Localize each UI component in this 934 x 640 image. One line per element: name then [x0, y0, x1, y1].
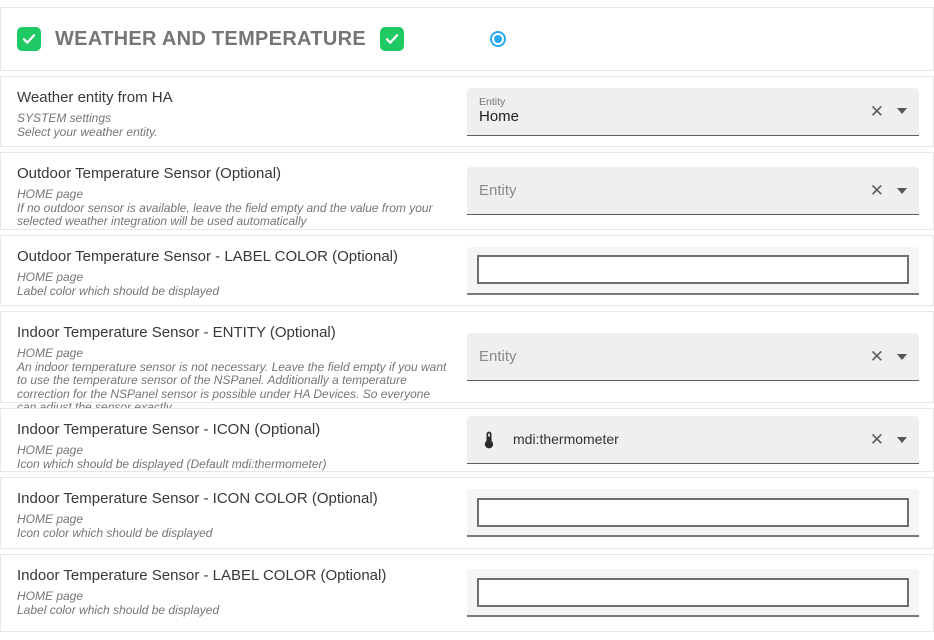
chevron-down-icon[interactable]: [897, 108, 907, 114]
setting-row-outdoor-label-color: Outdoor Temperature Sensor - LABEL COLOR…: [0, 235, 934, 306]
check-icon: [384, 31, 400, 47]
row-subtitle: HOME page: [17, 444, 451, 458]
weather-entity-select[interactable]: Entity Home ✕: [467, 88, 919, 136]
row-description: Label color which should be displayed: [17, 285, 451, 299]
row-title: Weather entity from HA: [17, 89, 451, 107]
chevron-down-icon[interactable]: [897, 437, 907, 443]
row-subtitle: HOME page: [17, 271, 451, 285]
setting-row-indoor-icon-color: Indoor Temperature Sensor - ICON COLOR (…: [0, 477, 934, 549]
setting-row-indoor-icon: Indoor Temperature Sensor - ICON (Option…: [0, 408, 934, 472]
row-title: Indoor Temperature Sensor - LABEL COLOR …: [17, 567, 451, 585]
row-description: Label color which should be displayed: [17, 604, 451, 618]
row-title: Indoor Temperature Sensor - ENTITY (Opti…: [17, 324, 451, 342]
row-description: Icon color which should be displayed: [17, 527, 451, 541]
row-title: Outdoor Temperature Sensor - LABEL COLOR…: [17, 248, 451, 266]
thermometer-icon: [479, 430, 499, 450]
check-icon: [21, 31, 37, 47]
setting-row-outdoor-sensor: Outdoor Temperature Sensor (Optional) HO…: [0, 152, 934, 230]
select-value: mdi:thermometer: [513, 431, 619, 447]
indoor-entity-select[interactable]: Entity ✕: [467, 333, 919, 381]
setting-row-weather-entity: Weather entity from HA SYSTEM settings S…: [0, 76, 934, 147]
row-description: Select your weather entity.: [17, 126, 451, 140]
clear-icon[interactable]: ✕: [870, 348, 884, 365]
setting-row-indoor-entity: Indoor Temperature Sensor - ENTITY (Opti…: [0, 311, 934, 403]
row-description: If no outdoor sensor is available, leave…: [17, 202, 451, 229]
section-title: WEATHER AND TEMPERATURE: [55, 28, 366, 51]
section-secondary-checkbox[interactable]: [380, 27, 404, 51]
outdoor-label-color-input[interactable]: [477, 255, 909, 284]
section-enabled-checkbox[interactable]: [17, 27, 41, 51]
section-radio-button[interactable]: [490, 31, 506, 47]
row-title: Indoor Temperature Sensor - ICON (Option…: [17, 421, 451, 439]
color-input-panel: [467, 489, 919, 537]
select-placeholder: Entity: [479, 348, 517, 365]
select-value: Home: [479, 108, 870, 126]
indoor-icon-color-input[interactable]: [477, 498, 909, 527]
row-subtitle: HOME page: [17, 188, 451, 202]
outdoor-entity-select[interactable]: Entity ✕: [467, 167, 919, 215]
select-floating-label: Entity: [479, 96, 870, 108]
color-input-panel: [467, 569, 919, 617]
clear-icon[interactable]: ✕: [870, 103, 884, 120]
select-placeholder: Entity: [479, 182, 517, 199]
settings-page: WEATHER AND TEMPERATURE Weather entity f…: [0, 0, 934, 632]
chevron-down-icon[interactable]: [897, 188, 907, 194]
radio-dot: [494, 35, 502, 43]
indoor-label-color-input[interactable]: [477, 578, 909, 607]
row-description: An indoor temperature sensor is not nece…: [17, 361, 451, 415]
setting-row-indoor-label-color: Indoor Temperature Sensor - LABEL COLOR …: [0, 554, 934, 632]
row-subtitle: HOME page: [17, 513, 451, 527]
row-title: Indoor Temperature Sensor - ICON COLOR (…: [17, 490, 451, 508]
chevron-down-icon[interactable]: [897, 354, 907, 360]
section-header: WEATHER AND TEMPERATURE: [0, 7, 934, 71]
row-subtitle: HOME page: [17, 590, 451, 604]
indoor-icon-select[interactable]: mdi:thermometer ✕: [467, 416, 919, 464]
color-input-panel: [467, 247, 919, 295]
row-title: Outdoor Temperature Sensor (Optional): [17, 165, 451, 183]
clear-icon[interactable]: ✕: [870, 182, 884, 199]
row-description: Icon which should be displayed (Default …: [17, 458, 451, 472]
row-subtitle: SYSTEM settings: [17, 112, 451, 126]
clear-icon[interactable]: ✕: [870, 431, 884, 448]
row-subtitle: HOME page: [17, 347, 451, 361]
